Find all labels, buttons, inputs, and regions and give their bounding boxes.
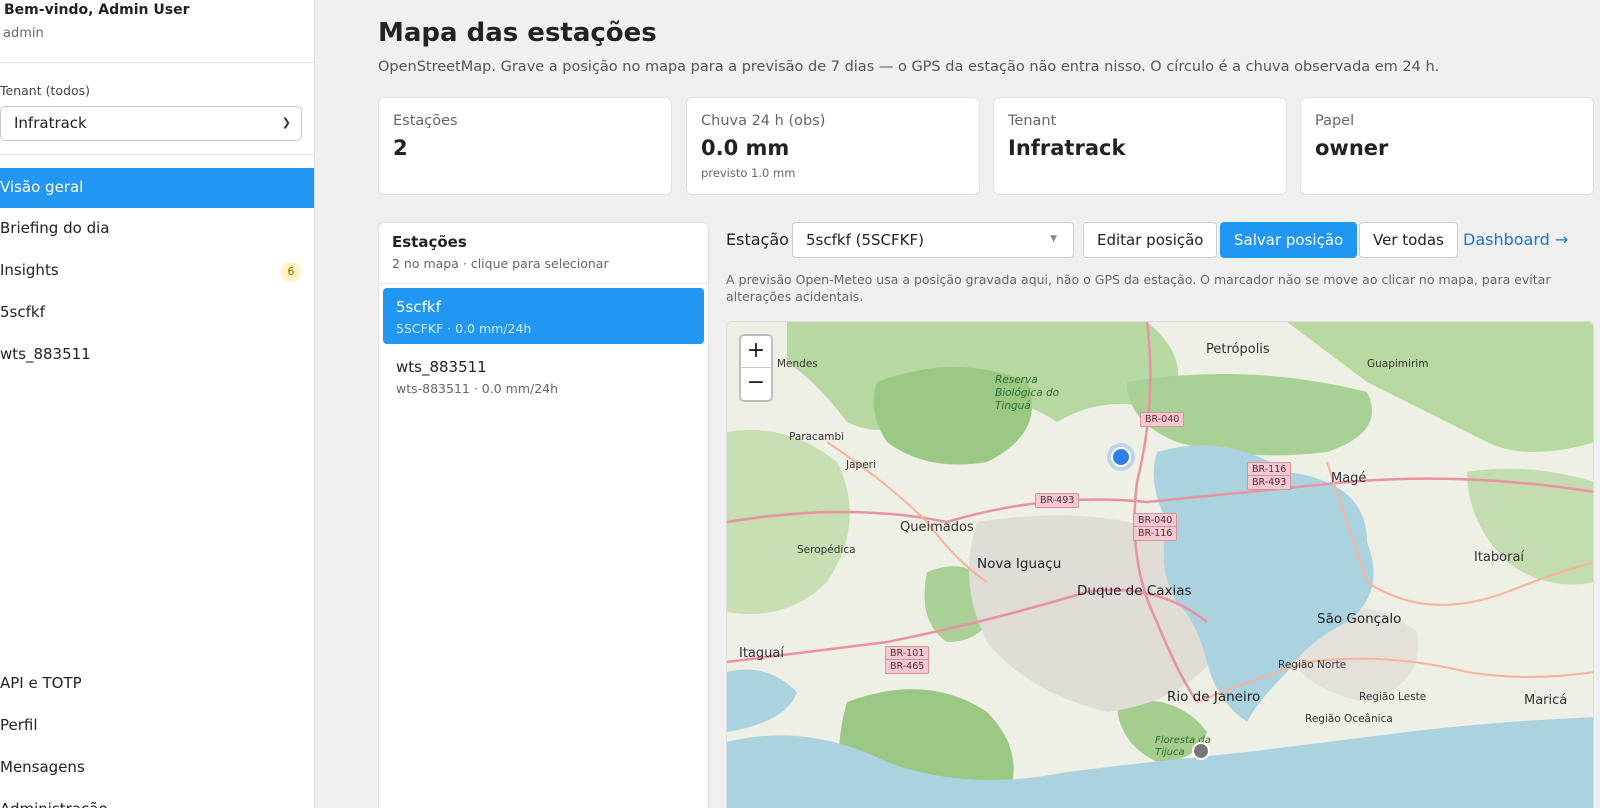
divider: [0, 154, 314, 155]
road-shield: BR-493: [1247, 475, 1292, 490]
stat-card-papel: Papel owner: [1300, 97, 1594, 195]
nav-item-label: Administração: [0, 800, 108, 808]
stations-title: Estações: [392, 233, 467, 251]
road-shield: BR-465: [885, 659, 930, 674]
map-label: Itaguaí: [739, 646, 784, 661]
stat-label: Chuva 24 h (obs): [701, 113, 826, 129]
nav-item-api-totp[interactable]: API e TOTP: [0, 664, 314, 704]
stat-value: Infratrack: [1008, 136, 1126, 160]
user-role: admin: [3, 26, 44, 41]
station-select-label: Estação: [726, 230, 789, 249]
stations-hint: 2 no mapa · clique para selecionar: [392, 256, 609, 271]
nav-item-label: Briefing do dia: [0, 219, 110, 237]
stat-value: 0.0 mm: [701, 136, 790, 160]
station-name: wts_883511: [396, 358, 487, 376]
nav-item-administracao[interactable]: Administração: [0, 790, 314, 808]
stations-header: Estações 2 no mapa · clique para selecio…: [379, 223, 708, 284]
chevron-down-icon: ❯: [281, 116, 291, 129]
stat-label: Estações: [393, 113, 458, 129]
stat-card-chuva: Chuva 24 h (obs) 0.0 mm previsto 1.0 mm: [686, 97, 980, 195]
stat-value: owner: [1315, 136, 1389, 160]
sidebar: Bem-vindo, Admin User admin Tenant (todo…: [0, 0, 315, 808]
nav-item-insights[interactable]: Insights 6: [0, 251, 314, 291]
map-label: Maricá: [1524, 693, 1568, 708]
map-label: Nova Iguaçu: [977, 556, 1062, 572]
road-shield: BR-040: [1140, 412, 1185, 427]
map-label: Região Norte: [1278, 659, 1347, 671]
stat-card-estacoes: Estações 2: [378, 97, 672, 195]
stat-label: Tenant: [1008, 113, 1057, 129]
station-select[interactable]: 5scfkf (5SCFKF) ▼: [792, 222, 1074, 258]
divider: [0, 62, 314, 63]
map-label: Paracambi: [789, 431, 845, 443]
nav-item-label: Insights: [0, 261, 59, 279]
zoom-out-button[interactable]: −: [741, 368, 771, 400]
forecast-note: A previsão Open-Meteo usa a posição grav…: [726, 272, 1551, 304]
stat-card-tenant: Tenant Infratrack: [993, 97, 1287, 195]
road-shield: BR-493: [1035, 493, 1080, 508]
map-label: Japeri: [846, 459, 876, 471]
map-label: Região Leste: [1359, 691, 1427, 703]
map-label: Magé: [1331, 471, 1367, 486]
map-label: Itaboraí: [1474, 550, 1525, 565]
map-label: Região Oceânica: [1305, 713, 1393, 725]
stations-panel: Estações 2 no mapa · clique para selecio…: [378, 222, 709, 808]
map-label: Queimados: [900, 520, 974, 535]
stat-note: previsto 1.0 mm: [701, 166, 796, 180]
map-label: Mendes: [777, 358, 818, 370]
map-label: Duque de Caxias: [1077, 583, 1192, 599]
station-marker-selected[interactable]: [1111, 447, 1131, 467]
station-list-item[interactable]: 5scfkf 5SCFKF · 0.0 mm/24h: [383, 288, 704, 344]
stat-value: 2: [393, 136, 408, 160]
nav-item-mensagens[interactable]: Mensagens: [0, 748, 314, 788]
map-label: Petrópolis: [1206, 342, 1270, 357]
map-label: Floresta da Tijuca: [1155, 735, 1211, 758]
station-marker[interactable]: [1192, 742, 1210, 760]
count-badge: 6: [281, 262, 301, 282]
tenant-label: Tenant (todos): [0, 83, 90, 98]
tenant-select[interactable]: Infratrack ❯: [0, 106, 302, 141]
nav-item-5scfkf[interactable]: 5scfkf: [0, 293, 314, 333]
view-all-button[interactable]: Ver todas: [1359, 222, 1458, 258]
station-meta: wts-883511 · 0.0 mm/24h: [396, 381, 559, 396]
nav-item-label: Perfil: [0, 716, 38, 734]
map-label: Seropédica: [797, 544, 856, 556]
map-label: Rio de Janeiro: [1167, 689, 1261, 705]
station-name: 5scfkf: [396, 298, 441, 316]
dashboard-link[interactable]: Dashboard →: [1463, 230, 1568, 249]
tenant-select-value: Infratrack: [14, 114, 87, 132]
caret-down-icon: ▼: [1050, 234, 1057, 244]
road-shield: BR-116: [1133, 526, 1178, 541]
station-meta: 5SCFKF · 0.0 mm/24h: [396, 321, 532, 336]
nav-item-visao-geral[interactable]: Visão geral: [0, 168, 314, 208]
map-label: Guapimirim: [1367, 358, 1429, 370]
nav-item-briefing[interactable]: Briefing do dia: [0, 209, 314, 249]
map-label: São Gonçalo: [1317, 611, 1402, 627]
stat-label: Papel: [1315, 113, 1355, 129]
map-label: Reserva Biológica do Tinguá: [995, 374, 1060, 412]
nav-item-label: 5scfkf: [0, 303, 45, 321]
nav-item-label: Visão geral: [0, 178, 84, 196]
station-select-value: 5scfkf (5SCFKF): [806, 231, 924, 249]
nav-item-wts-883511[interactable]: wts_883511: [0, 335, 314, 375]
edit-position-button[interactable]: Editar posição: [1083, 222, 1218, 258]
nav-item-label: API e TOTP: [0, 674, 82, 692]
page-subtitle: OpenStreetMap. Grave a posição no mapa p…: [378, 59, 1440, 75]
page-title: Mapa das estações: [378, 18, 657, 48]
save-position-button[interactable]: Salvar posição: [1220, 222, 1358, 258]
zoom-in-button[interactable]: +: [741, 336, 771, 368]
welcome-text: Bem-vindo, Admin User: [4, 2, 190, 18]
nav-item-label: Mensagens: [0, 758, 85, 776]
station-list-item[interactable]: wts_883511 wts-883511 · 0.0 mm/24h: [383, 348, 704, 404]
nav-item-label: wts_883511: [0, 345, 91, 363]
nav-item-perfil[interactable]: Perfil: [0, 706, 314, 746]
station-map[interactable]: Petrópolis Guapimirim Mendes Paracambi J…: [726, 321, 1594, 808]
zoom-control: + −: [739, 334, 773, 402]
